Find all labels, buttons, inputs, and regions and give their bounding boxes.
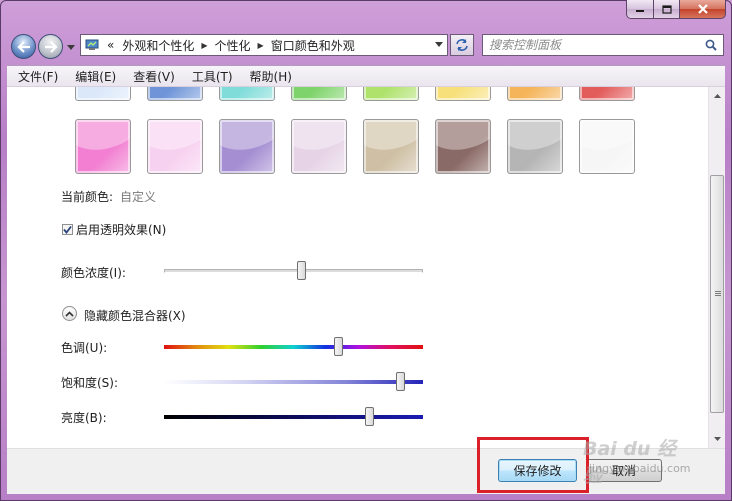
color-swatch[interactable] <box>219 119 275 174</box>
color-swatch[interactable] <box>507 119 563 174</box>
annotation-highlight-box <box>477 437 589 493</box>
color-swatch[interactable] <box>75 119 131 174</box>
color-swatch[interactable] <box>291 87 347 101</box>
chevron-up-icon <box>65 310 74 317</box>
brightness-slider-track[interactable] <box>164 415 423 419</box>
color-swatch[interactable] <box>291 119 347 174</box>
scroll-up-icon <box>713 94 721 98</box>
maximize-icon <box>661 4 672 14</box>
control-panel-icon <box>85 39 99 50</box>
caption-buttons <box>626 0 726 20</box>
breadcrumb-personalization[interactable]: 个性化 <box>215 37 251 54</box>
watermark-brand: Bai du 经验 <box>583 438 677 487</box>
watermark-url: jingyan.baidu.com <box>589 462 691 475</box>
maximize-button[interactable] <box>654 0 680 19</box>
color-swatch[interactable] <box>363 87 419 101</box>
search-icon[interactable] <box>705 39 717 51</box>
breadcrumb-separator-icon[interactable]: ▶ <box>258 41 264 50</box>
color-swatch[interactable] <box>435 119 491 174</box>
recent-pages-dropdown[interactable] <box>66 44 75 50</box>
scroll-down-button[interactable] <box>709 431 725 447</box>
search-input[interactable] <box>489 38 689 52</box>
hue-label: 色调(U): <box>61 341 108 355</box>
checkmark-icon <box>63 225 72 234</box>
baidu-watermark: Bai du 经验 jingyan.baidu.com <box>583 420 693 490</box>
menu-file[interactable]: 文件(F) <box>12 68 64 85</box>
saturation-slider-thumb[interactable] <box>395 372 405 391</box>
menu-bar: 文件(F) 编辑(E) 查看(V) 工具(T) 帮助(H) <box>7 65 725 87</box>
intensity-slider-track[interactable] <box>164 269 423 273</box>
menu-tools[interactable]: 工具(T) <box>186 68 239 85</box>
color-swatch[interactable] <box>75 87 131 101</box>
address-bar[interactable]: « 外观和个性化 ▶ 个性化 ▶ 窗口颜色和外观 <box>80 34 448 56</box>
brightness-slider-thumb[interactable] <box>364 407 374 426</box>
refresh-icon <box>456 39 468 51</box>
scrollbar-thumb[interactable] <box>710 175 724 413</box>
content-area: 当前颜色: 自定义 启用透明效果(N) 颜色浓度(I): 隐藏颜色混合器(X) … <box>7 87 708 448</box>
current-color-value: 自定义 <box>120 190 157 204</box>
menu-help[interactable]: 帮助(H) <box>244 68 298 85</box>
color-swatch[interactable] <box>147 87 203 101</box>
color-swatch[interactable] <box>219 87 275 101</box>
mixer-collapse-button[interactable] <box>62 306 77 321</box>
address-dropdown-icon[interactable] <box>435 42 443 47</box>
breadcrumb-appearance[interactable]: 外观和个性化 <box>122 37 194 54</box>
close-button[interactable] <box>680 0 726 19</box>
scroll-up-button[interactable] <box>709 88 725 104</box>
saturation-label: 饱和度(S): <box>61 376 119 390</box>
menu-edit[interactable]: 编辑(E) <box>69 68 122 85</box>
menu-view[interactable]: 查看(V) <box>127 68 181 85</box>
brightness-label: 亮度(B): <box>61 411 107 425</box>
transparency-label[interactable]: 启用透明效果(N) <box>76 221 166 238</box>
refresh-button[interactable] <box>450 34 474 56</box>
color-swatch[interactable] <box>435 87 491 101</box>
breadcrumb-window-color[interactable]: 窗口颜色和外观 <box>271 37 355 54</box>
address-overflow[interactable]: « <box>107 38 114 52</box>
forward-arrow-icon <box>44 40 58 53</box>
hue-slider-thumb[interactable] <box>333 337 343 356</box>
back-arrow-icon <box>16 40 30 53</box>
minimize-button[interactable] <box>626 0 654 19</box>
color-swatch[interactable] <box>363 119 419 174</box>
color-swatch[interactable] <box>579 119 635 174</box>
scroll-down-icon <box>713 437 721 441</box>
transparency-checkbox[interactable] <box>62 224 73 235</box>
color-swatch[interactable] <box>147 119 203 174</box>
intensity-slider-thumb[interactable] <box>297 261 307 280</box>
search-box[interactable] <box>482 34 724 56</box>
close-icon <box>697 4 708 14</box>
minimize-icon <box>636 10 644 12</box>
back-button[interactable] <box>11 34 36 59</box>
forward-button[interactable] <box>38 34 63 59</box>
vertical-scrollbar[interactable] <box>708 87 725 448</box>
current-color-label: 当前颜色: <box>61 190 114 204</box>
color-swatch[interactable] <box>579 87 635 101</box>
breadcrumb-separator-icon[interactable]: ▶ <box>201 41 207 50</box>
intensity-label: 颜色浓度(I): <box>61 266 126 280</box>
hue-slider-track[interactable] <box>164 345 423 349</box>
color-swatch[interactable] <box>507 87 563 101</box>
chevron-down-icon <box>66 44 75 50</box>
saturation-slider-track[interactable] <box>164 380 423 384</box>
mixer-toggle-label[interactable]: 隐藏颜色混合器(X) <box>84 307 186 324</box>
